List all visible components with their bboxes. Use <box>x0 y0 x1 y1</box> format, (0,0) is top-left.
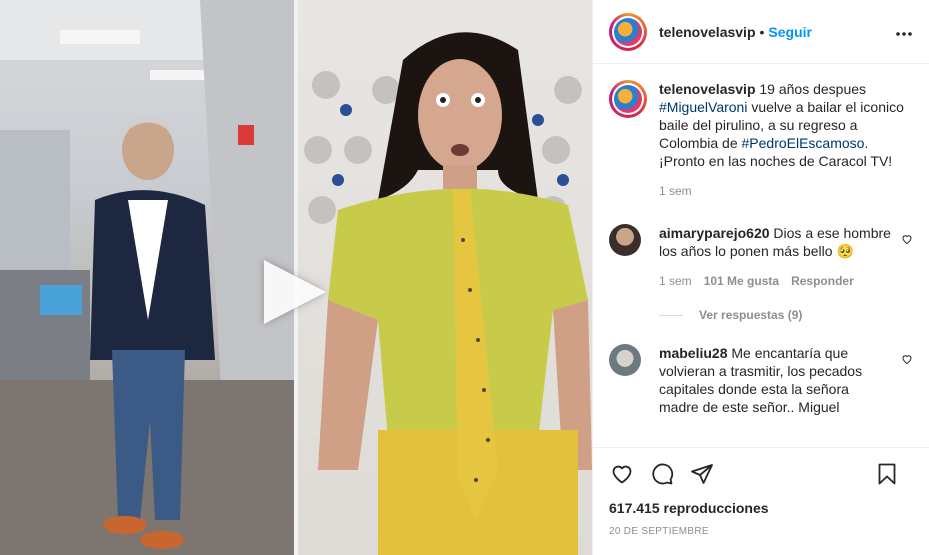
comment-icon[interactable] <box>649 462 675 486</box>
share-icon[interactable] <box>689 462 715 486</box>
comment-meta: 1 sem 101 Me gusta Responder <box>659 274 913 288</box>
comment-likes[interactable]: 101 Me gusta <box>704 274 779 288</box>
instagram-post: telenovelasvip • Seguir telenovelasvip 1… <box>0 0 929 555</box>
bookmark-icon[interactable] <box>875 462 899 486</box>
reply-button[interactable]: Responder <box>791 274 854 288</box>
like-heart-icon[interactable] <box>609 462 635 486</box>
avatar[interactable] <box>609 12 647 51</box>
views-count[interactable]: 617.415 reproducciones <box>609 500 913 516</box>
post-header: telenovelasvip • Seguir <box>593 0 929 64</box>
follow-button[interactable]: Seguir <box>768 24 812 40</box>
action-bar <box>609 456 913 492</box>
caption-username[interactable]: telenovelasvip <box>659 81 756 97</box>
replies-line <box>659 314 683 316</box>
video-player[interactable] <box>0 0 592 555</box>
comments-section: telenovelasvip 19 años despues #MiguelVa… <box>593 64 929 447</box>
comment-time[interactable]: 1 sem <box>659 274 692 288</box>
avatar[interactable] <box>609 224 641 256</box>
view-replies-button[interactable]: Ver respuestas (9) <box>659 308 913 322</box>
caption-text-1: 19 años despues <box>759 81 867 97</box>
comment-item: aimaryparejo620 Dios a ese hombre los añ… <box>609 224 913 260</box>
comment-item: mabeliu28 Me encantaría que volvieran a … <box>609 344 913 416</box>
heart-icon[interactable] <box>901 232 913 250</box>
comment-username[interactable]: aimaryparejo620 <box>659 225 770 241</box>
post-sidebar: telenovelasvip • Seguir telenovelasvip 1… <box>592 0 929 555</box>
view-replies-label: Ver respuestas (9) <box>699 308 803 322</box>
comment-username[interactable]: mabeliu28 <box>659 345 727 361</box>
video-frame-right <box>298 0 592 555</box>
heart-icon[interactable] <box>901 352 913 370</box>
more-horizontal-icon[interactable] <box>895 21 913 42</box>
post-date[interactable]: 20 DE SEPTIEMBRE <box>609 526 913 537</box>
avatar[interactable] <box>609 344 641 376</box>
hashtag-link[interactable]: #PedroElEscamoso <box>742 135 865 151</box>
video-frame-left <box>0 0 294 555</box>
caption-meta: 1 sem <box>659 184 913 198</box>
play-icon[interactable] <box>264 260 326 324</box>
post-footer: 617.415 reproducciones 20 DE SEPTIEMBRE <box>593 447 929 555</box>
office-scene-image <box>0 0 294 555</box>
caption-time[interactable]: 1 sem <box>659 184 692 198</box>
yellow-shirt-man-image <box>304 32 592 555</box>
separator-dot: • <box>759 23 765 40</box>
avatar[interactable] <box>609 80 647 118</box>
caption: telenovelasvip 19 años despues #MiguelVa… <box>609 80 913 170</box>
hashtag-link[interactable]: #MiguelVaroni <box>659 99 747 115</box>
header-username[interactable]: telenovelasvip <box>659 24 756 40</box>
